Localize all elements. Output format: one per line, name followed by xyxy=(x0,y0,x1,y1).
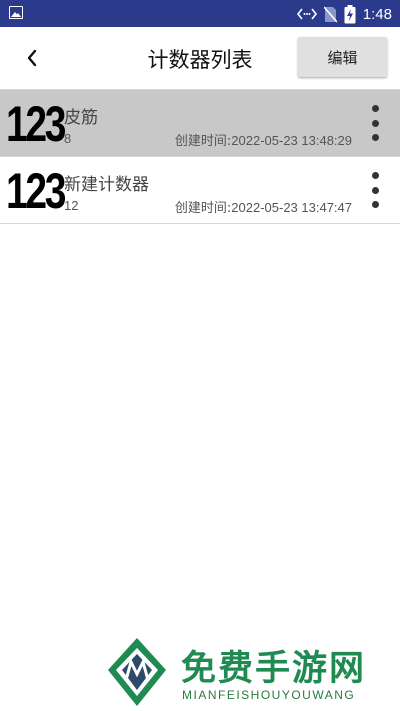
code-icon xyxy=(296,8,317,20)
no-sim-icon xyxy=(323,6,337,22)
counter-icon: 123 xyxy=(6,96,66,152)
counter-icon: 123 xyxy=(6,163,66,219)
created-time: 创建时间:2022-05-23 13:47:47 xyxy=(175,197,352,216)
edit-button[interactable]: 编辑 xyxy=(298,37,387,77)
counter-row[interactable]: 123 皮筋 8 创建时间:2022-05-23 13:48:29 xyxy=(0,90,400,157)
more-options-icon[interactable] xyxy=(364,172,386,208)
created-time-value: 2022-05-23 13:48:29 xyxy=(231,133,352,148)
counter-name: 新建计数器 xyxy=(64,175,149,195)
clock: 1:48 xyxy=(362,5,392,23)
watermark-logo-icon xyxy=(108,638,166,706)
created-time-label: 创建时间: xyxy=(174,201,232,216)
back-button[interactable] xyxy=(16,43,48,73)
created-time: 创建时间:2022-05-23 13:48:29 xyxy=(175,130,352,149)
status-icons: 1:48 xyxy=(296,4,392,24)
watermark: 免费手游网 MIANFEISHOUYOUWANG xyxy=(104,636,394,710)
watermark-subtitle: MIANFEISHOUYOUWANG xyxy=(182,688,356,702)
created-time-value: 2022-05-23 13:47:47 xyxy=(231,200,352,215)
chevron-left-icon xyxy=(27,49,37,67)
image-icon xyxy=(9,6,23,19)
status-bar: 1:48 xyxy=(0,0,400,27)
battery-charging-icon xyxy=(344,4,356,23)
counter-count: 8 xyxy=(64,131,72,146)
counter-count: 12 xyxy=(64,198,79,213)
title-bar: 计数器列表 编辑 xyxy=(0,27,400,89)
more-options-icon[interactable] xyxy=(364,105,386,141)
counter-list: 123 皮筋 8 创建时间:2022-05-23 13:48:29 123 新建… xyxy=(0,90,400,224)
counter-row[interactable]: 123 新建计数器 12 创建时间:2022-05-23 13:47:47 xyxy=(0,157,400,224)
counter-name: 皮筋 xyxy=(64,108,98,128)
created-time-label: 创建时间: xyxy=(174,134,232,149)
watermark-brand: 免费手游网 xyxy=(181,649,367,689)
